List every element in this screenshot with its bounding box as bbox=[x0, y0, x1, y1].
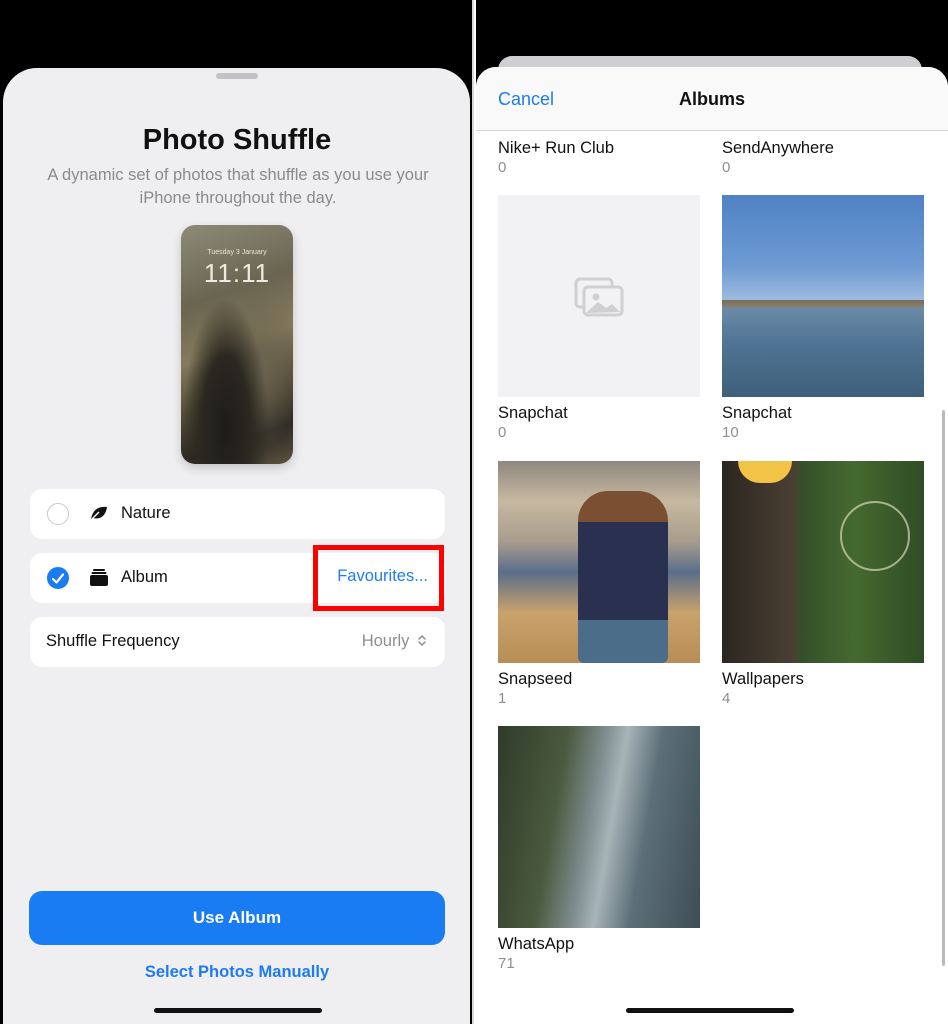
highlight-box bbox=[313, 545, 444, 611]
album-radio-checked[interactable] bbox=[47, 567, 69, 589]
photo-placeholder-icon bbox=[574, 277, 624, 322]
album-thumb-whatsapp[interactable] bbox=[498, 726, 700, 928]
album-name-snapseed[interactable]: Snapseed bbox=[498, 670, 572, 689]
home-indicator bbox=[626, 1008, 794, 1013]
album-name-whatsapp[interactable]: WhatsApp bbox=[498, 935, 574, 954]
albums-picker-screen: Cancel Albums Nike+ Run Club 0 SendAnywh… bbox=[476, 0, 948, 1024]
album-count-wallpapers: 4 bbox=[722, 690, 731, 707]
chevron-up-down-icon bbox=[414, 632, 427, 650]
nature-label: Nature bbox=[121, 504, 171, 522]
preview-time: 11:11 bbox=[203, 258, 271, 288]
album-count-nike: 0 bbox=[498, 159, 507, 176]
use-album-button[interactable]: Use Album bbox=[29, 891, 445, 945]
album-name-sendanywhere[interactable]: SendAnywhere bbox=[722, 139, 834, 158]
album-name-wallpapers[interactable]: Wallpapers bbox=[722, 670, 804, 689]
leaf-icon bbox=[90, 505, 108, 526]
shuffle-frequency-row[interactable]: Shuffle Frequency Hourly bbox=[30, 617, 445, 667]
person-figure bbox=[578, 491, 668, 663]
album-thumb-snapchat-empty[interactable] bbox=[498, 195, 700, 397]
album-name-nike[interactable]: Nike+ Run Club bbox=[498, 139, 614, 158]
album-count-sendanywhere: 0 bbox=[722, 159, 731, 176]
album-thumb-wallpapers[interactable] bbox=[722, 461, 924, 663]
lamp bbox=[738, 461, 792, 483]
album-thumb-snapseed[interactable] bbox=[498, 461, 700, 663]
nav-bar: Cancel Albums bbox=[476, 67, 948, 131]
shuffle-frequency-value[interactable]: Hourly bbox=[362, 632, 427, 651]
album-count-snapchat-1: 0 bbox=[498, 424, 507, 441]
album-count-whatsapp: 71 bbox=[498, 955, 515, 972]
album-name-snapchat-2[interactable]: Snapchat bbox=[722, 404, 792, 423]
neon-sign bbox=[840, 501, 910, 571]
page-subtitle: A dynamic set of photos that shuffle as … bbox=[47, 166, 429, 207]
preview-date: Tuesday 3 January bbox=[207, 249, 267, 256]
photo-shuffle-screen: Photo Shuffle A dynamic set of photos th… bbox=[0, 0, 474, 1024]
page-title: Photo Shuffle bbox=[142, 124, 332, 156]
album-name-snapchat-1[interactable]: Snapchat bbox=[498, 404, 568, 423]
shuffle-frequency-text: Hourly bbox=[361, 632, 410, 650]
nature-radio[interactable] bbox=[47, 503, 69, 525]
album-label: Album bbox=[121, 568, 168, 586]
sheet-grabber[interactable] bbox=[216, 73, 258, 79]
select-photos-manually-link[interactable]: Select Photos Manually bbox=[0, 963, 472, 982]
home-indicator bbox=[154, 1008, 322, 1013]
shuffle-frequency-label: Shuffle Frequency bbox=[46, 632, 180, 650]
nav-title: Albums bbox=[678, 89, 745, 109]
scrollbar[interactable] bbox=[942, 410, 945, 966]
option-nature[interactable]: Nature bbox=[30, 489, 445, 539]
album-count-snapchat-2: 10 bbox=[722, 424, 739, 441]
wallpaper-preview: Tuesday 3 January 11:11 bbox=[181, 225, 293, 464]
album-stack-icon bbox=[90, 569, 108, 591]
album-count-snapseed: 1 bbox=[498, 690, 507, 707]
album-thumb-snapchat-lake[interactable] bbox=[722, 195, 924, 397]
